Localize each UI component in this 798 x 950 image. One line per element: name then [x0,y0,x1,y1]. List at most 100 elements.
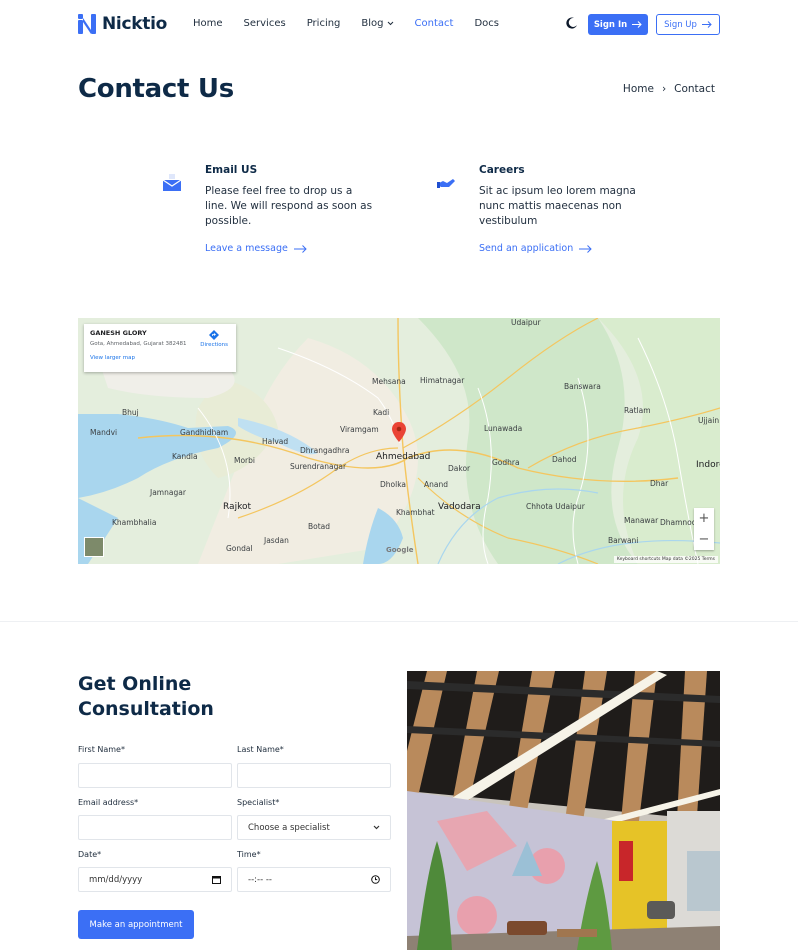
specialist-value: Choose a specialist [248,822,330,833]
moon-icon[interactable] [566,17,578,29]
zoom-out-button[interactable]: − [694,529,714,550]
breadcrumb-current: Contact [674,83,715,95]
map-label: Halvad [262,437,289,446]
nav-blog[interactable]: Blog [361,18,393,29]
street-view-thumbnail[interactable] [84,537,104,557]
map-label: Dhar [650,479,669,488]
sign-up-label: Sign Up [664,19,697,30]
nav-home[interactable]: Home [193,18,223,29]
send-application-label: Send an application [479,243,574,254]
google-map[interactable]: Bhuj Gandhidham Jamnagar Rajkot Surendra… [78,318,720,564]
date-label: Date* [78,850,102,859]
send-application-link[interactable]: Send an application [479,243,649,254]
map-label: Manawar [624,516,659,525]
first-name-field[interactable] [78,763,232,788]
map-label: Banswara [564,382,601,391]
specialist-label: Specialist* [237,798,280,807]
map-label: Khambhat [396,508,435,517]
map-label: Mehsana [372,377,406,386]
map-label: Lunawada [484,424,523,433]
section-divider [0,621,798,622]
make-appointment-button[interactable]: Make an appointment [78,910,194,939]
nav-contact[interactable]: Contact [415,18,454,29]
map-label: Ratlam [624,406,651,415]
time-label: Time* [237,850,261,859]
breadcrumb: Home › Contact [623,83,715,95]
google-logo: Google [386,546,414,554]
time-placeholder: --:-- -- [248,874,272,885]
page-title: Contact Us [78,74,234,104]
arrow-right-icon [701,21,712,28]
map-footer: Keyboard shortcuts Map data ©2025 Terms [613,556,718,563]
last-name-field[interactable] [237,763,391,788]
nav-services[interactable]: Services [244,18,286,29]
office-photo-graphic [407,671,720,950]
leave-message-label: Leave a message [205,243,288,254]
careers-info-block: Careers Sit ac ipsum leo lorem magna nun… [437,164,649,254]
handshake-icon [437,179,455,188]
clock-icon[interactable] [371,875,380,884]
map-label: Chhota Udaipur [526,502,585,511]
logo-icon [78,14,96,34]
email-label: Email address* [78,798,139,807]
chevron-down-icon [373,825,380,830]
envelope-icon [162,174,182,191]
map-label: Viramgam [340,425,379,434]
chevron-down-icon [387,21,393,26]
first-name-label: First Name* [78,745,125,754]
breadcrumb-home[interactable]: Home [623,83,654,95]
office-photo [407,671,720,950]
map-label: Ujjain [698,416,720,425]
map-label: Rajkot [223,502,251,512]
map-place-card: GANESH GLORY Gota, Ahmedabad, Gujarat 38… [84,324,236,372]
last-name-label: Last Name* [237,745,284,754]
directions-button[interactable]: Directions [200,330,228,348]
brand-name: Nicktio [102,14,167,34]
map-label: Dhamnod [660,518,697,527]
map-label: Morbi [234,456,255,465]
map-label: Botad [308,522,331,531]
map-label: Dakor [448,464,471,473]
map-label: Kandla [172,452,198,461]
map-label: Gondal [226,544,253,553]
email-info-block: Email US Please feel free to drop us a l… [162,164,375,254]
view-larger-map-link[interactable]: View larger map [90,355,230,361]
careers-title: Careers [479,164,525,176]
arrow-right-icon [579,244,592,253]
map-label: Himatnagar [420,376,465,385]
map-label: Godhra [492,458,520,467]
nav-blog-label: Blog [361,18,384,29]
map-label: Kadi [373,408,390,417]
map-label: Gandhidham [180,428,229,437]
leave-message-link[interactable]: Leave a message [205,243,375,254]
sign-in-label: Sign In [593,19,628,30]
specialist-select[interactable]: Choose a specialist [237,815,391,840]
calendar-icon[interactable] [212,875,221,884]
nav-pricing[interactable]: Pricing [307,18,341,29]
map-label: Indore [696,460,720,470]
email-text: Please feel free to drop us a line. We w… [205,185,373,227]
sign-up-button[interactable]: Sign Up [656,14,720,35]
map-label: Vadodara [438,502,481,512]
zoom-in-button[interactable]: + [694,508,714,529]
map-label: Dhrangadhra [300,446,350,455]
map-label: Ahmedabad [376,452,431,462]
site-header: Nicktio Home Services Pricing Blog Conta… [0,0,798,50]
date-field[interactable]: mm/dd/yyyy [78,867,232,892]
email-field[interactable] [78,815,232,840]
map-label: Dholka [380,480,407,489]
nav-docs[interactable]: Docs [474,18,499,29]
map-label: Jamnagar [150,488,186,497]
careers-text: Sit ac ipsum leo lorem magna nunc mattis… [479,185,636,227]
map-zoom-controls: + − [694,508,714,550]
form-title: Get Online Consultation [78,673,214,720]
sign-in-button[interactable]: Sign In [588,14,648,35]
map-label: Dahod [552,455,577,464]
arrow-right-icon [293,244,307,253]
map-label: Mandvi [90,428,118,437]
map-label: Khambhalia [112,518,157,527]
map-label: Surendranagar [290,462,347,471]
main-nav: Home Services Pricing Blog Contact Docs [193,18,520,29]
brand-logo[interactable]: Nicktio [78,14,167,34]
time-field[interactable]: --:-- -- [237,867,391,892]
